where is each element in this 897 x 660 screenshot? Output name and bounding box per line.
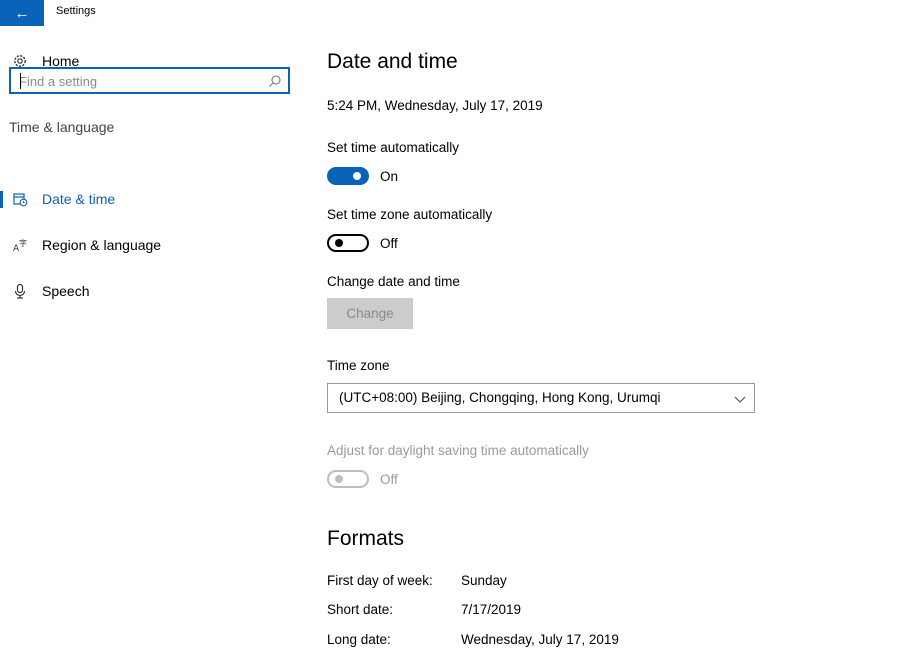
chevron-down-icon bbox=[734, 392, 746, 404]
time-zone-value: (UTC+08:00) Beijing, Chongqing, Hong Kon… bbox=[339, 390, 661, 405]
text-caret bbox=[20, 73, 21, 89]
calendar-clock-icon bbox=[11, 190, 29, 208]
back-button[interactable]: ← bbox=[0, 0, 44, 26]
daylight-toggle[interactable] bbox=[327, 470, 369, 488]
set-timezone-auto-label: Set time zone automatically bbox=[327, 207, 493, 222]
set-time-auto-toggle[interactable] bbox=[327, 167, 369, 185]
sidebar-item-label: Date & time bbox=[42, 191, 116, 207]
set-time-auto-state: On bbox=[380, 169, 399, 184]
toggle-knob bbox=[335, 239, 343, 247]
microphone-icon bbox=[11, 282, 29, 300]
search-icon[interactable] bbox=[268, 74, 282, 88]
set-time-auto-label: Set time automatically bbox=[327, 140, 460, 155]
toggle-knob bbox=[353, 172, 361, 180]
change-button[interactable]: Change bbox=[327, 298, 413, 329]
search-box[interactable] bbox=[9, 67, 290, 94]
change-datetime-label: Change date and time bbox=[327, 274, 460, 289]
sidebar-item-speech[interactable]: Speech bbox=[0, 276, 300, 306]
time-zone-label: Time zone bbox=[327, 358, 390, 373]
current-datetime: 5:24 PM, Wednesday, July 17, 2019 bbox=[327, 98, 543, 113]
set-timezone-auto-toggle[interactable] bbox=[327, 234, 369, 252]
window-title: Settings bbox=[56, 5, 96, 17]
sidebar-item-date-time[interactable]: Date & time bbox=[0, 184, 300, 214]
format-value-first-day: Sunday bbox=[461, 573, 507, 588]
svg-text:字: 字 bbox=[19, 238, 27, 248]
sidebar-item-label: Speech bbox=[42, 283, 90, 299]
daylight-label: Adjust for daylight saving time automati… bbox=[327, 443, 589, 458]
format-value-short-date: 7/17/2019 bbox=[461, 602, 522, 617]
format-label-long-date: Long date: bbox=[327, 632, 391, 647]
format-value-long-date: Wednesday, July 17, 2019 bbox=[461, 632, 619, 647]
set-timezone-auto-state: Off bbox=[380, 236, 398, 251]
title-bar: ← Settings bbox=[0, 0, 897, 26]
format-label-short-date: Short date: bbox=[327, 602, 394, 617]
back-arrow-icon: ← bbox=[14, 4, 30, 22]
page-title: Date and time bbox=[327, 50, 458, 73]
daylight-state: Off bbox=[380, 472, 398, 487]
language-icon: A字 bbox=[11, 236, 29, 254]
time-zone-select[interactable]: (UTC+08:00) Beijing, Chongqing, Hong Kon… bbox=[327, 383, 755, 413]
sidebar-item-label: Region & language bbox=[42, 237, 162, 253]
toggle-knob bbox=[335, 475, 343, 483]
sidebar-item-region-language[interactable]: A字 Region & language bbox=[0, 230, 300, 260]
format-label-first-day: First day of week: bbox=[327, 573, 433, 588]
search-input[interactable] bbox=[19, 72, 259, 90]
sidebar-section-title: Time & language bbox=[9, 119, 115, 135]
formats-title: Formats bbox=[327, 527, 405, 550]
